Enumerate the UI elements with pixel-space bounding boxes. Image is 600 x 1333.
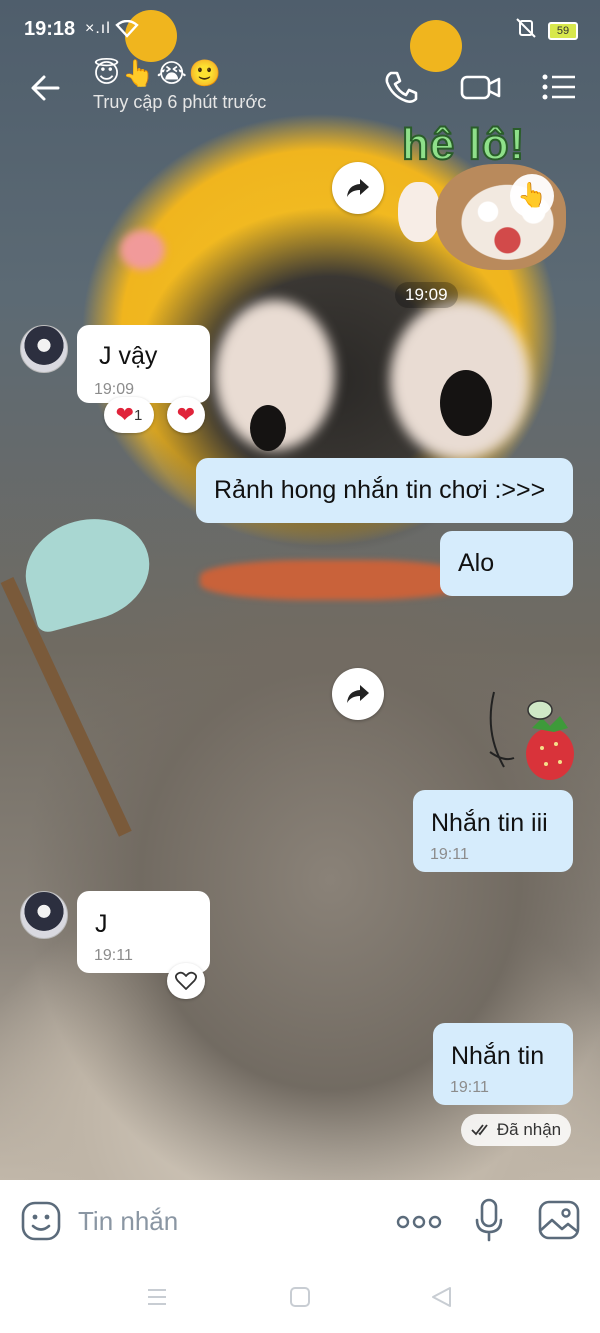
heart-outline-icon (175, 971, 197, 990)
message-text: Nhắn tin (451, 1042, 545, 1070)
message-text: Rảnh hong nhắn tin chơi :>>> (214, 476, 546, 504)
sticker-message[interactable]: hê lô! 👆 (398, 119, 568, 270)
image-gallery-icon[interactable] (538, 1200, 580, 1245)
video-call-icon[interactable] (460, 68, 501, 108)
message-bubble-outgoing[interactable]: Nhắn tin 19:11 (433, 1023, 573, 1105)
status-time: 19:18 (24, 18, 76, 40)
sticker-cat-paw (398, 182, 440, 242)
more-options-icon[interactable] (396, 1214, 442, 1235)
message-bubble-incoming[interactable]: J 19:11 (77, 891, 210, 973)
message-input[interactable]: Tin nhắn (78, 1206, 178, 1237)
message-bubble-incoming[interactable]: J vậy 19:09 (77, 325, 210, 403)
message-composer: Tin nhắn (0, 1180, 600, 1262)
system-navigation-bar (0, 1262, 600, 1333)
recent-apps-icon[interactable] (146, 1286, 168, 1313)
message-bubble-outgoing[interactable]: Rảnh hong nhắn tin chơi :>>> (196, 458, 573, 523)
message-text: J (95, 910, 108, 938)
sticker-time: 19:09 (395, 282, 458, 308)
sticker-emoji-icon[interactable] (20, 1200, 62, 1247)
message-bubble-outgoing[interactable]: Nhắn tin iii 19:11 (413, 790, 573, 872)
sticker-text: hê lô! (401, 119, 526, 170)
heart-icon: ❤ (115, 402, 135, 427)
menu-list-icon[interactable] (540, 68, 580, 108)
back-nav-icon[interactable] (430, 1285, 454, 1314)
message-time: 19:11 (450, 1079, 489, 1096)
status-bar: 19:18 ×.ıl 59 (0, 0, 600, 58)
delivery-status-label: Đã nhận (496, 1120, 562, 1139)
contact-name-emojis[interactable]: 😇👆😭🙂 (93, 58, 223, 89)
delivery-status: Đã nhận (461, 1114, 571, 1146)
chat-header: 😇👆😭🙂 Truy cập 6 phút trước (0, 58, 600, 120)
last-seen-status: Truy cập 6 phút trước (93, 92, 267, 112)
message-time: 19:11 (94, 947, 133, 964)
heart-icon: ❤ (176, 402, 196, 427)
avatar[interactable] (20, 891, 68, 939)
phone-call-icon[interactable] (382, 68, 422, 108)
strawberry-sticker[interactable] (484, 682, 576, 782)
react-button[interactable] (167, 963, 205, 999)
home-icon[interactable] (289, 1286, 311, 1313)
mute-icon (514, 18, 538, 44)
forward-icon[interactable] (332, 162, 384, 214)
battery-icon: 59 (548, 22, 578, 40)
double-check-icon (471, 1124, 488, 1136)
message-bubble-outgoing[interactable]: Alo (440, 531, 573, 596)
wifi-icon (115, 19, 139, 43)
hand-pointer-icon: 👆 (510, 174, 554, 218)
back-arrow-icon[interactable] (28, 70, 64, 106)
signal-icon: ×.ıl (85, 20, 111, 37)
reaction-count: 1 (134, 406, 143, 424)
reaction-summary[interactable]: ❤ 1 (104, 397, 154, 433)
avatar[interactable] (20, 325, 68, 373)
message-text: Nhắn tin iii (431, 809, 548, 837)
react-button[interactable]: ❤ (167, 397, 205, 433)
microphone-icon[interactable] (474, 1198, 504, 1247)
message-time: 19:11 (430, 846, 469, 863)
message-text: Alo (458, 549, 495, 577)
forward-icon[interactable] (332, 668, 384, 720)
message-text: J vậy (99, 342, 158, 370)
